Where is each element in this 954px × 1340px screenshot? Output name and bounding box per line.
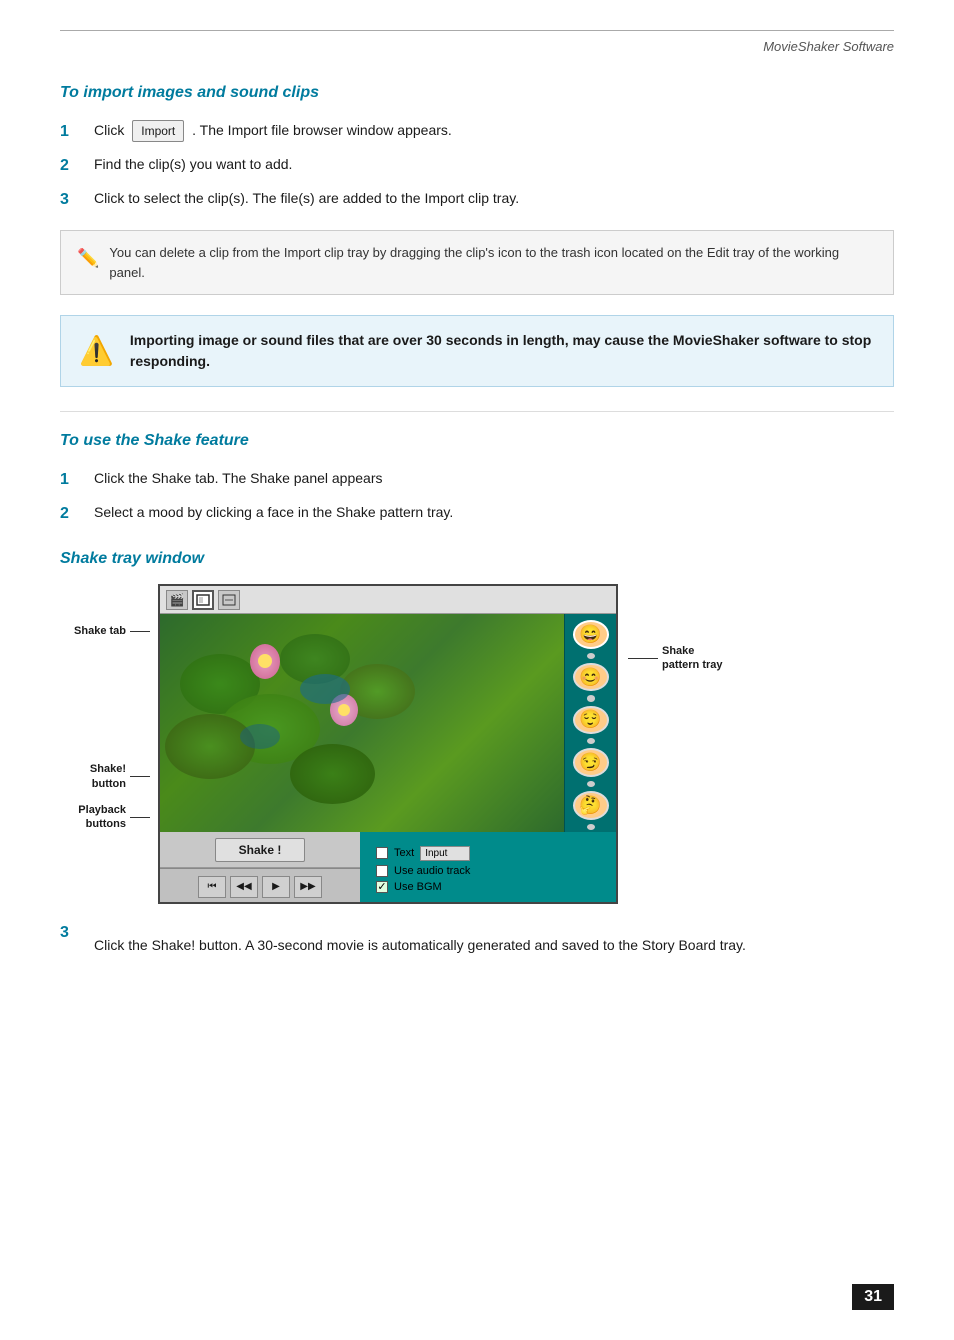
- play-btn-forward[interactable]: ▶▶: [294, 876, 322, 898]
- audio-checkbox[interactable]: [376, 865, 388, 877]
- section-step3: 3 Click the Shake! button. A 30-second m…: [60, 924, 894, 956]
- import-step-2: 2 Find the clip(s) you want to add.: [60, 154, 894, 178]
- play-btn-play[interactable]: ▶: [262, 876, 290, 898]
- step-2-number: 2: [60, 154, 88, 178]
- left-labels: Shake tab Shake!button Playbackbuttons: [60, 584, 150, 835]
- warning-icon: ⚠️: [79, 330, 114, 372]
- face-icon-4[interactable]: 😏: [573, 748, 609, 777]
- step3-row: 3 Click the Shake! button. A 30-second m…: [60, 924, 894, 956]
- top-border: [60, 30, 894, 31]
- warning-text: Importing image or sound files that are …: [130, 330, 875, 372]
- section-import: To import images and sound clips 1 Click…: [60, 84, 894, 387]
- side-dot-2: [587, 695, 595, 701]
- step-1-number: 1: [60, 120, 88, 144]
- text-checkbox[interactable]: [376, 847, 388, 859]
- face-icon-2[interactable]: 😊: [573, 663, 609, 692]
- shake-button-label-group: Shake!button: [90, 762, 150, 795]
- section-shake: To use the Shake feature 1 Click the Sha…: [60, 432, 894, 526]
- shake-tab-label-group: Shake tab: [74, 624, 150, 642]
- side-dot-3: [587, 738, 595, 744]
- playback-buttons-label: Playbackbuttons: [78, 803, 126, 832]
- face-icon-5[interactable]: 🤔: [573, 791, 609, 820]
- shake-main: 😄 😊 😌 😏 🤔: [160, 614, 616, 832]
- lily-image: [160, 614, 564, 832]
- step-3-content: Click to select the clip(s). The file(s)…: [94, 188, 894, 209]
- shake-steps-list: 1 Click the Shake tab. The Shake panel a…: [60, 468, 894, 526]
- step-3-number: 3: [60, 188, 88, 212]
- shake-step-1: 1 Click the Shake tab. The Shake panel a…: [60, 468, 894, 492]
- note-text: You can delete a clip from the Import cl…: [109, 243, 877, 282]
- step3-text: Click the Shake! button. A 30-second mov…: [94, 934, 746, 956]
- page-number: 31: [852, 1284, 894, 1310]
- play-btn-rewind[interactable]: ⏮: [198, 876, 226, 898]
- section-divider: [60, 411, 894, 412]
- shake-button-area: Shake !: [160, 832, 360, 868]
- face-icon-3[interactable]: 😌: [573, 706, 609, 735]
- shake-video-area: [160, 614, 564, 832]
- toolbar-icon-3[interactable]: [218, 590, 240, 610]
- section-shake-heading: To use the Shake feature: [60, 432, 894, 450]
- step-1-content: Click Import . The Import file browser w…: [94, 120, 894, 142]
- playback-buttons-line: [130, 817, 150, 818]
- warning-box: ⚠️ Importing image or sound files that a…: [60, 315, 894, 387]
- side-dot-4: [587, 781, 595, 787]
- shake-side-panel: 😄 😊 😌 😏 🤔: [564, 614, 616, 832]
- shake-button-label: Shake!button: [90, 762, 126, 791]
- diagram-labels-right: Shakepattern tray: [628, 584, 723, 673]
- shake-bottom: Shake ! ⏮ ◀◀ ▶ ▶▶: [160, 832, 616, 904]
- shake-step-2: 2 Select a mood by clicking a face in th…: [60, 502, 894, 526]
- shake-tab-label: Shake tab: [74, 624, 126, 638]
- bgm-label: Use BGM: [394, 881, 442, 893]
- shake-left-bottom: Shake ! ⏮ ◀◀ ▶ ▶▶: [160, 832, 360, 904]
- shake-step-2-content: Select a mood by clicking a face in the …: [94, 502, 894, 523]
- audio-label: Use audio track: [394, 865, 470, 877]
- shake-pattern-tray-label: Shakepattern tray: [662, 644, 723, 673]
- toolbar-icon-2[interactable]: [192, 590, 214, 610]
- diagram-container: Shake tab Shake!button Playbackbuttons: [60, 584, 894, 904]
- shake-tray-section: Shake tray window Shake tab Shake!button: [60, 550, 894, 904]
- face-icon-1[interactable]: 😄: [573, 620, 609, 649]
- playback-controls: ⏮ ◀◀ ▶ ▶▶: [160, 868, 360, 904]
- note-box: ✏️ You can delete a clip from the Import…: [60, 230, 894, 295]
- shake-button[interactable]: Shake !: [215, 838, 305, 862]
- import-button-inline[interactable]: Import: [132, 120, 184, 142]
- side-dot-5: [587, 824, 595, 830]
- playback-buttons-label-group: Playbackbuttons: [78, 803, 150, 836]
- import-step-1: 1 Click Import . The Import file browser…: [60, 120, 894, 144]
- toolbar-icon-1[interactable]: 🎬: [166, 590, 188, 610]
- shake-tray-heading: Shake tray window: [60, 550, 894, 568]
- page-header: MovieShaker Software: [60, 39, 894, 54]
- shake-toolbar: 🎬: [160, 586, 616, 614]
- shake-step-2-number: 2: [60, 502, 88, 526]
- text-input[interactable]: Input: [420, 846, 470, 861]
- step-2-content: Find the clip(s) you want to add.: [94, 154, 894, 175]
- play-btn-back[interactable]: ◀◀: [230, 876, 258, 898]
- text-label: Text: [394, 847, 414, 859]
- import-step-3: 3 Click to select the clip(s). The file(…: [60, 188, 894, 212]
- shake-step-1-content: Click the Shake tab. The Shake panel app…: [94, 468, 894, 489]
- shake-pattern-tray-label-group: Shakepattern tray: [628, 644, 723, 673]
- option-text-row: Text Input: [376, 846, 600, 861]
- option-bgm-row: ✓ Use BGM: [376, 881, 600, 893]
- section-import-heading: To import images and sound clips: [60, 84, 894, 102]
- option-audio-row: Use audio track: [376, 865, 600, 877]
- shake-step-1-number: 1: [60, 468, 88, 492]
- shake-button-line: [130, 776, 150, 777]
- side-dot-1: [587, 653, 595, 659]
- bgm-checkbox[interactable]: ✓: [376, 881, 388, 893]
- note-icon: ✏️: [77, 245, 99, 272]
- step3-number: 3: [60, 924, 88, 942]
- shake-tray-image: 🎬: [158, 584, 618, 904]
- shake-tab-line: [130, 631, 150, 632]
- shake-right-options: Text Input Use audio track ✓ Use BGM: [360, 832, 616, 904]
- import-steps-list: 1 Click Import . The Import file browser…: [60, 120, 894, 212]
